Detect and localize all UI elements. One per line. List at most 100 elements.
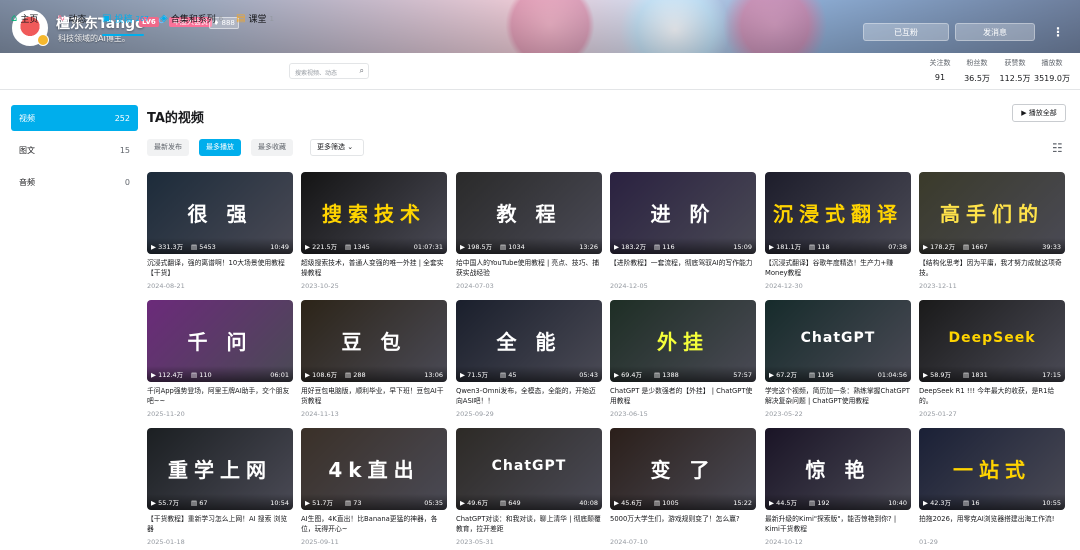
video-title[interactable]: DeepSeek R1 !!! 今年最大的收获，是R1给的。 [919, 386, 1065, 406]
video-card[interactable]: 沉浸式翻译 ▶ 181.1万 ▤ 118 07:38 【沉浸式翻译】谷歌年度精选！生产力… [765, 172, 911, 290]
stat-following[interactable]: 关注数 91 [928, 58, 952, 82]
video-card[interactable]: 豆 包 ▶ 108.6万 ▤ 288 13:06 用好豆包电脑版，顺利毕业，早下班！豆包… [301, 300, 447, 418]
view-count: ▶ 55.7万 [151, 499, 180, 507]
danmaku-count: ▤ 1667 [963, 243, 988, 251]
video-thumbnail[interactable]: 全 能 ▶ 71.5万 ▤ 45 05:43 [456, 300, 602, 382]
filter-most-played[interactable]: 最多播放 [199, 139, 241, 156]
video-thumbnail[interactable]: 高手们的 ▶ 178.2万 ▤ 1667 39:33 [919, 172, 1065, 254]
video-title[interactable]: 【干货教程】重新学习怎么上网！AI 搜索 浏览器 [147, 514, 293, 534]
video-card[interactable]: 很 强 ▶ 331.3万 ▤ 5453 10:49 沉浸式翻译，强的离谱啊！10大场景使… [147, 172, 293, 290]
video-date: 2025-11-20 [147, 410, 185, 418]
play-all-button[interactable]: ▶ 播放全部 [1012, 104, 1066, 122]
video-card[interactable]: 千 问 ▶ 112.4万 ▤ 110 06:01 千问App强势登场，阿里王牌AI助手，… [147, 300, 293, 418]
sidebar-item-video[interactable]: 视频 252 [11, 105, 138, 131]
video-thumbnail[interactable]: 惊 艳 ▶ 44.5万 ▤ 192 10:40 [765, 428, 911, 510]
video-title[interactable]: 用好豆包电脑版，顺利毕业，早下班！豆包AI干货教程 [301, 386, 447, 406]
video-card[interactable]: 全 能 ▶ 71.5万 ▤ 45 05:43 Qwen3-Omni发布，全模态，全能的，… [456, 300, 602, 418]
video-thumbnail[interactable]: 豆 包 ▶ 108.6万 ▤ 288 13:06 [301, 300, 447, 382]
video-card[interactable]: ChatGPT ▶ 67.2万 ▤ 1195 01:04:56 学完这个视频，简历加一条… [765, 300, 911, 418]
more-filter-dropdown[interactable]: 更多筛选 ⌄ [310, 139, 364, 156]
video-title[interactable]: 【结构化思考】因为平庸，我才努力成就这项奇技。 [919, 258, 1065, 278]
video-title[interactable]: 拍拖2026，用零克AI浏览器搭建出海工作流! [919, 514, 1065, 534]
view-count: ▶ 67.2万 [769, 371, 798, 379]
video-thumbnail[interactable]: ChatGPT ▶ 67.2万 ▤ 1195 01:04:56 [765, 300, 911, 382]
grid-view-icon[interactable]: ☷ [1052, 141, 1063, 155]
sidebar-item-article[interactable]: 图文 15 [11, 137, 138, 163]
video-title[interactable]: 沉浸式翻译，强的离谱啊！10大场景使用教程【干货】 [147, 258, 293, 278]
view-count: ▶ 198.5万 [460, 243, 493, 251]
video-duration: 05:43 [579, 371, 598, 379]
sidebar-item-audio[interactable]: 音频 0 [11, 169, 138, 195]
video-date: 2025-01-27 [919, 410, 957, 418]
search-input[interactable]: 搜索视频、动态 ⌕ [289, 63, 369, 79]
thumbnail-title-text: 外挂 [657, 330, 709, 354]
video-date: 2023-05-31 [456, 538, 494, 546]
video-thumbnail[interactable]: 重学上网 ▶ 55.7万 ▤ 67 10:54 [147, 428, 293, 510]
more-dots-icon[interactable]: ⋮ [1052, 24, 1064, 40]
danmaku-count: ▤ 1034 [500, 243, 525, 251]
message-button[interactable]: 发消息 [955, 23, 1035, 41]
stat-fans[interactable]: 粉丝数 36.5万 [962, 58, 992, 84]
video-thumbnail[interactable]: DeepSeek ▶ 58.9万 ▤ 1831 17:15 [919, 300, 1065, 382]
video-title[interactable]: 超级搜索技术，普通人变强的唯一外挂 | 全套实操教程 [301, 258, 447, 278]
video-thumbnail[interactable]: 外挂 ▶ 69.4万 ▤ 1388 57:57 [610, 300, 756, 382]
video-card[interactable]: 重学上网 ▶ 55.7万 ▤ 67 10:54 【干货教程】重新学习怎么上网！AI 搜索… [147, 428, 293, 546]
video-card[interactable]: 高手们的 ▶ 178.2万 ▤ 1667 39:33 【结构化思考】因为平庸，我才努力成… [919, 172, 1065, 290]
search-icon[interactable]: ⌕ [360, 66, 364, 76]
video-card[interactable]: 搜索技术 ▶ 221.5万 ▤ 1345 01:07:31 超级搜索技术，普通人变强的唯… [301, 172, 447, 290]
video-title[interactable]: Qwen3-Omni发布，全模态，全能的，开始迈向ASI吧！！ [456, 386, 602, 406]
video-card[interactable]: DeepSeek ▶ 58.9万 ▤ 1831 17:15 DeepSeek R1 !!… [919, 300, 1065, 418]
video-title[interactable]: 5000万大学生们，游戏规则变了！怎么赢? [610, 514, 756, 534]
video-title[interactable]: 学完这个视频，简历加一条：熟练掌握ChatGPT解决复杂问题 | ChatGPT… [765, 386, 911, 406]
video-thumbnail[interactable]: 进 阶 ▶ 183.2万 ▤ 116 15:09 [610, 172, 756, 254]
followed-button[interactable]: 已互粉 [863, 23, 949, 41]
video-card[interactable]: 外挂 ▶ 69.4万 ▤ 1388 57:57 ChatGPT 是少数强者的【外挂】 |… [610, 300, 756, 418]
video-card[interactable]: 4k直出 ▶ 51.7万 ▤ 73 05:35 AI生图，4K直出！比Banana更猛的… [301, 428, 447, 546]
view-count: ▶ 71.5万 [460, 371, 489, 379]
filter-most-favorited[interactable]: 最多收藏 [251, 139, 293, 156]
video-duration: 07:38 [888, 243, 907, 251]
video-thumbnail[interactable]: 教 程 ▶ 198.5万 ▤ 1034 13:26 [456, 172, 602, 254]
video-thumbnail[interactable]: 一站式 ▶ 42.3万 ▤ 16 10:55 [919, 428, 1065, 510]
video-card[interactable]: 进 阶 ▶ 183.2万 ▤ 116 15:09 【进阶教程】一套流程，彻底驾驭AI的写… [610, 172, 756, 290]
tab-home[interactable]: ⌂ 主页 [11, 12, 38, 25]
video-thumbnail[interactable]: 沉浸式翻译 ▶ 181.1万 ▤ 118 07:38 [765, 172, 911, 254]
video-thumbnail[interactable]: 千 问 ▶ 112.4万 ▤ 110 06:01 [147, 300, 293, 382]
danmaku-count: ▤ 1388 [654, 371, 679, 379]
video-card[interactable]: 教 程 ▶ 198.5万 ▤ 1034 13:26 给中国人的YouTube使用教程 |… [456, 172, 602, 290]
tab-uploads[interactable]: ▣ 投稿 267 [102, 12, 149, 25]
danmaku-count: ▤ 288 [345, 371, 366, 379]
video-thumbnail[interactable]: 很 强 ▶ 331.3万 ▤ 5453 10:49 [147, 172, 293, 254]
video-date: 01-29 [919, 538, 938, 546]
video-duration: 13:06 [424, 371, 443, 379]
video-thumbnail[interactable]: 4k直出 ▶ 51.7万 ▤ 73 05:35 [301, 428, 447, 510]
view-count: ▶ 42.3万 [923, 499, 952, 507]
view-count: ▶ 178.2万 [923, 243, 956, 251]
tab-courses[interactable]: ▤ 课堂 1 [236, 12, 274, 25]
video-date: 2024-12-05 [610, 282, 648, 290]
video-duration: 05:35 [424, 499, 443, 507]
danmaku-count: ▤ 73 [345, 499, 362, 507]
video-thumbnail[interactable]: 变 了 ▶ 45.6万 ▤ 1005 15:22 [610, 428, 756, 510]
video-duration: 15:09 [733, 243, 752, 251]
tab-dynamic[interactable]: ∿ 动态 [57, 12, 86, 25]
video-date: 2024-12-30 [765, 282, 803, 290]
video-thumbnail[interactable]: ChatGPT ▶ 49.6万 ▤ 649 40:08 [456, 428, 602, 510]
video-title[interactable]: AI生图，4K直出！比Banana更猛的神器，各位，玩得开心~ [301, 514, 447, 534]
video-title[interactable]: 千问App强势登场，阿里王牌AI助手，交个朋友吧~~ [147, 386, 293, 406]
video-card[interactable]: ChatGPT ▶ 49.6万 ▤ 649 40:08 ChatGPT对谈：和我对谈，聊… [456, 428, 602, 546]
video-title[interactable]: 给中国人的YouTube使用教程 | 亮点、技巧、捕获实战经验 [456, 258, 602, 278]
collection-icon: ◈ [160, 13, 168, 24]
video-title[interactable]: 【沉浸式翻译】谷歌年度精选！生产力+赚Money教程 [765, 258, 911, 278]
video-thumbnail[interactable]: 搜索技术 ▶ 221.5万 ▤ 1345 01:07:31 [301, 172, 447, 254]
video-duration: 17:15 [1042, 371, 1061, 379]
video-title[interactable]: 【进阶教程】一套流程，彻底驾驭AI的写作能力 [610, 258, 756, 278]
video-card[interactable]: 变 了 ▶ 45.6万 ▤ 1005 15:22 5000万大学生们，游戏规则变了！怎么… [610, 428, 756, 546]
video-title[interactable]: ChatGPT对谈：和我对谈，聊上清华 | 彻底颠覆教育，拉开差距 [456, 514, 602, 534]
filter-newest[interactable]: 最新发布 [147, 139, 189, 156]
video-title[interactable]: ChatGPT 是少数强者的【外挂】 | ChatGPT使用教程 [610, 386, 756, 406]
video-title[interactable]: 最新升级的Kimi"探索版"，能否惊艳到你? | Kimi干货教程 [765, 514, 911, 534]
tab-collections[interactable]: ◈ 合集和系列 6 [160, 12, 223, 25]
video-card[interactable]: 惊 艳 ▶ 44.5万 ▤ 192 10:40 最新升级的Kimi"探索版"，能否惊艳到… [765, 428, 911, 546]
video-card[interactable]: 一站式 ▶ 42.3万 ▤ 16 10:55 拍拖2026，用零克AI浏览器搭建出海工作… [919, 428, 1065, 546]
